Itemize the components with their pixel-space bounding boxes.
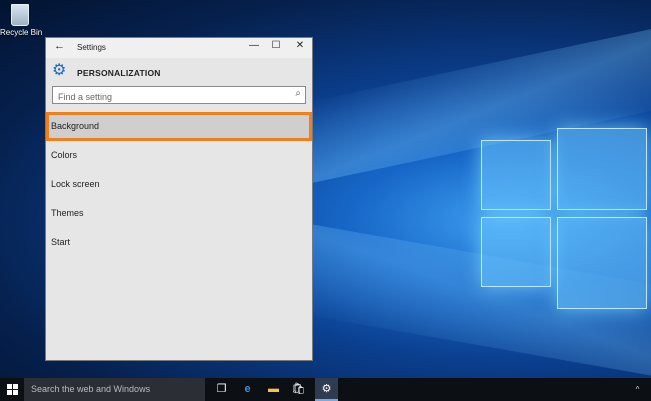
edge-icon[interactable]: e bbox=[236, 378, 259, 401]
search-box[interactable]: ⌕ bbox=[52, 86, 306, 105]
minimize-button[interactable]: — bbox=[244, 40, 264, 51]
selection-highlight bbox=[46, 112, 312, 141]
task-view-icon[interactable]: ❐ bbox=[210, 378, 233, 401]
search-icon[interactable]: ⌕ bbox=[295, 88, 301, 99]
settings-window: ← Settings — ☐ ✕ ⚙ PERSONALIZATION ⌕ Bac… bbox=[45, 37, 313, 361]
page-title: PERSONALIZATION bbox=[77, 68, 161, 78]
recycle-bin-icon bbox=[11, 4, 29, 26]
window-logo-pane bbox=[481, 140, 551, 210]
taskbar-search-text: Search the web and Windows bbox=[31, 384, 151, 394]
window-logo-pane bbox=[557, 128, 647, 210]
recycle-bin-shortcut[interactable]: Recycle Bin bbox=[0, 2, 43, 37]
menu-item-label: Themes bbox=[51, 208, 84, 218]
gear-icon: ⚙ bbox=[52, 62, 67, 79]
window-logo-pane bbox=[481, 217, 551, 287]
page-header: ⚙ PERSONALIZATION bbox=[46, 58, 312, 84]
menu-item-label: Lock screen bbox=[51, 179, 100, 189]
chevron-up-icon[interactable]: ^ bbox=[626, 378, 649, 401]
settings-icon[interactable]: ⚙ bbox=[315, 378, 338, 401]
close-button[interactable]: ✕ bbox=[290, 40, 310, 51]
maximize-button[interactable]: ☐ bbox=[266, 40, 286, 51]
store-icon[interactable]: 🛍 bbox=[287, 378, 310, 401]
title-bar: ← Settings — ☐ ✕ bbox=[46, 38, 312, 58]
menu-item-start[interactable]: Start bbox=[46, 228, 312, 257]
search-input[interactable] bbox=[53, 89, 283, 105]
back-arrow-icon[interactable]: ← bbox=[54, 40, 65, 52]
recycle-bin-label: Recycle Bin bbox=[0, 28, 43, 37]
start-button[interactable] bbox=[0, 378, 24, 401]
menu-item-label: Colors bbox=[51, 150, 78, 160]
window-title: Settings bbox=[77, 43, 106, 52]
taskbar-search[interactable]: Search the web and Windows bbox=[24, 378, 205, 401]
file-explorer-icon[interactable]: ▬ bbox=[262, 378, 285, 401]
menu-item-themes[interactable]: Themes bbox=[46, 199, 312, 228]
settings-menu: Background Colors Lock screen Themes Sta… bbox=[46, 112, 312, 257]
menu-item-label: Start bbox=[51, 237, 71, 247]
windows-logo-icon bbox=[7, 384, 18, 395]
menu-item-colors[interactable]: Colors bbox=[46, 141, 312, 170]
taskbar: Search the web and Windows ❐ e ▬ 🛍 ⚙ ^ bbox=[0, 378, 651, 401]
window-logo-pane bbox=[557, 217, 647, 309]
menu-item-lock-screen[interactable]: Lock screen bbox=[46, 170, 312, 199]
menu-item-background[interactable]: Background bbox=[46, 112, 312, 141]
